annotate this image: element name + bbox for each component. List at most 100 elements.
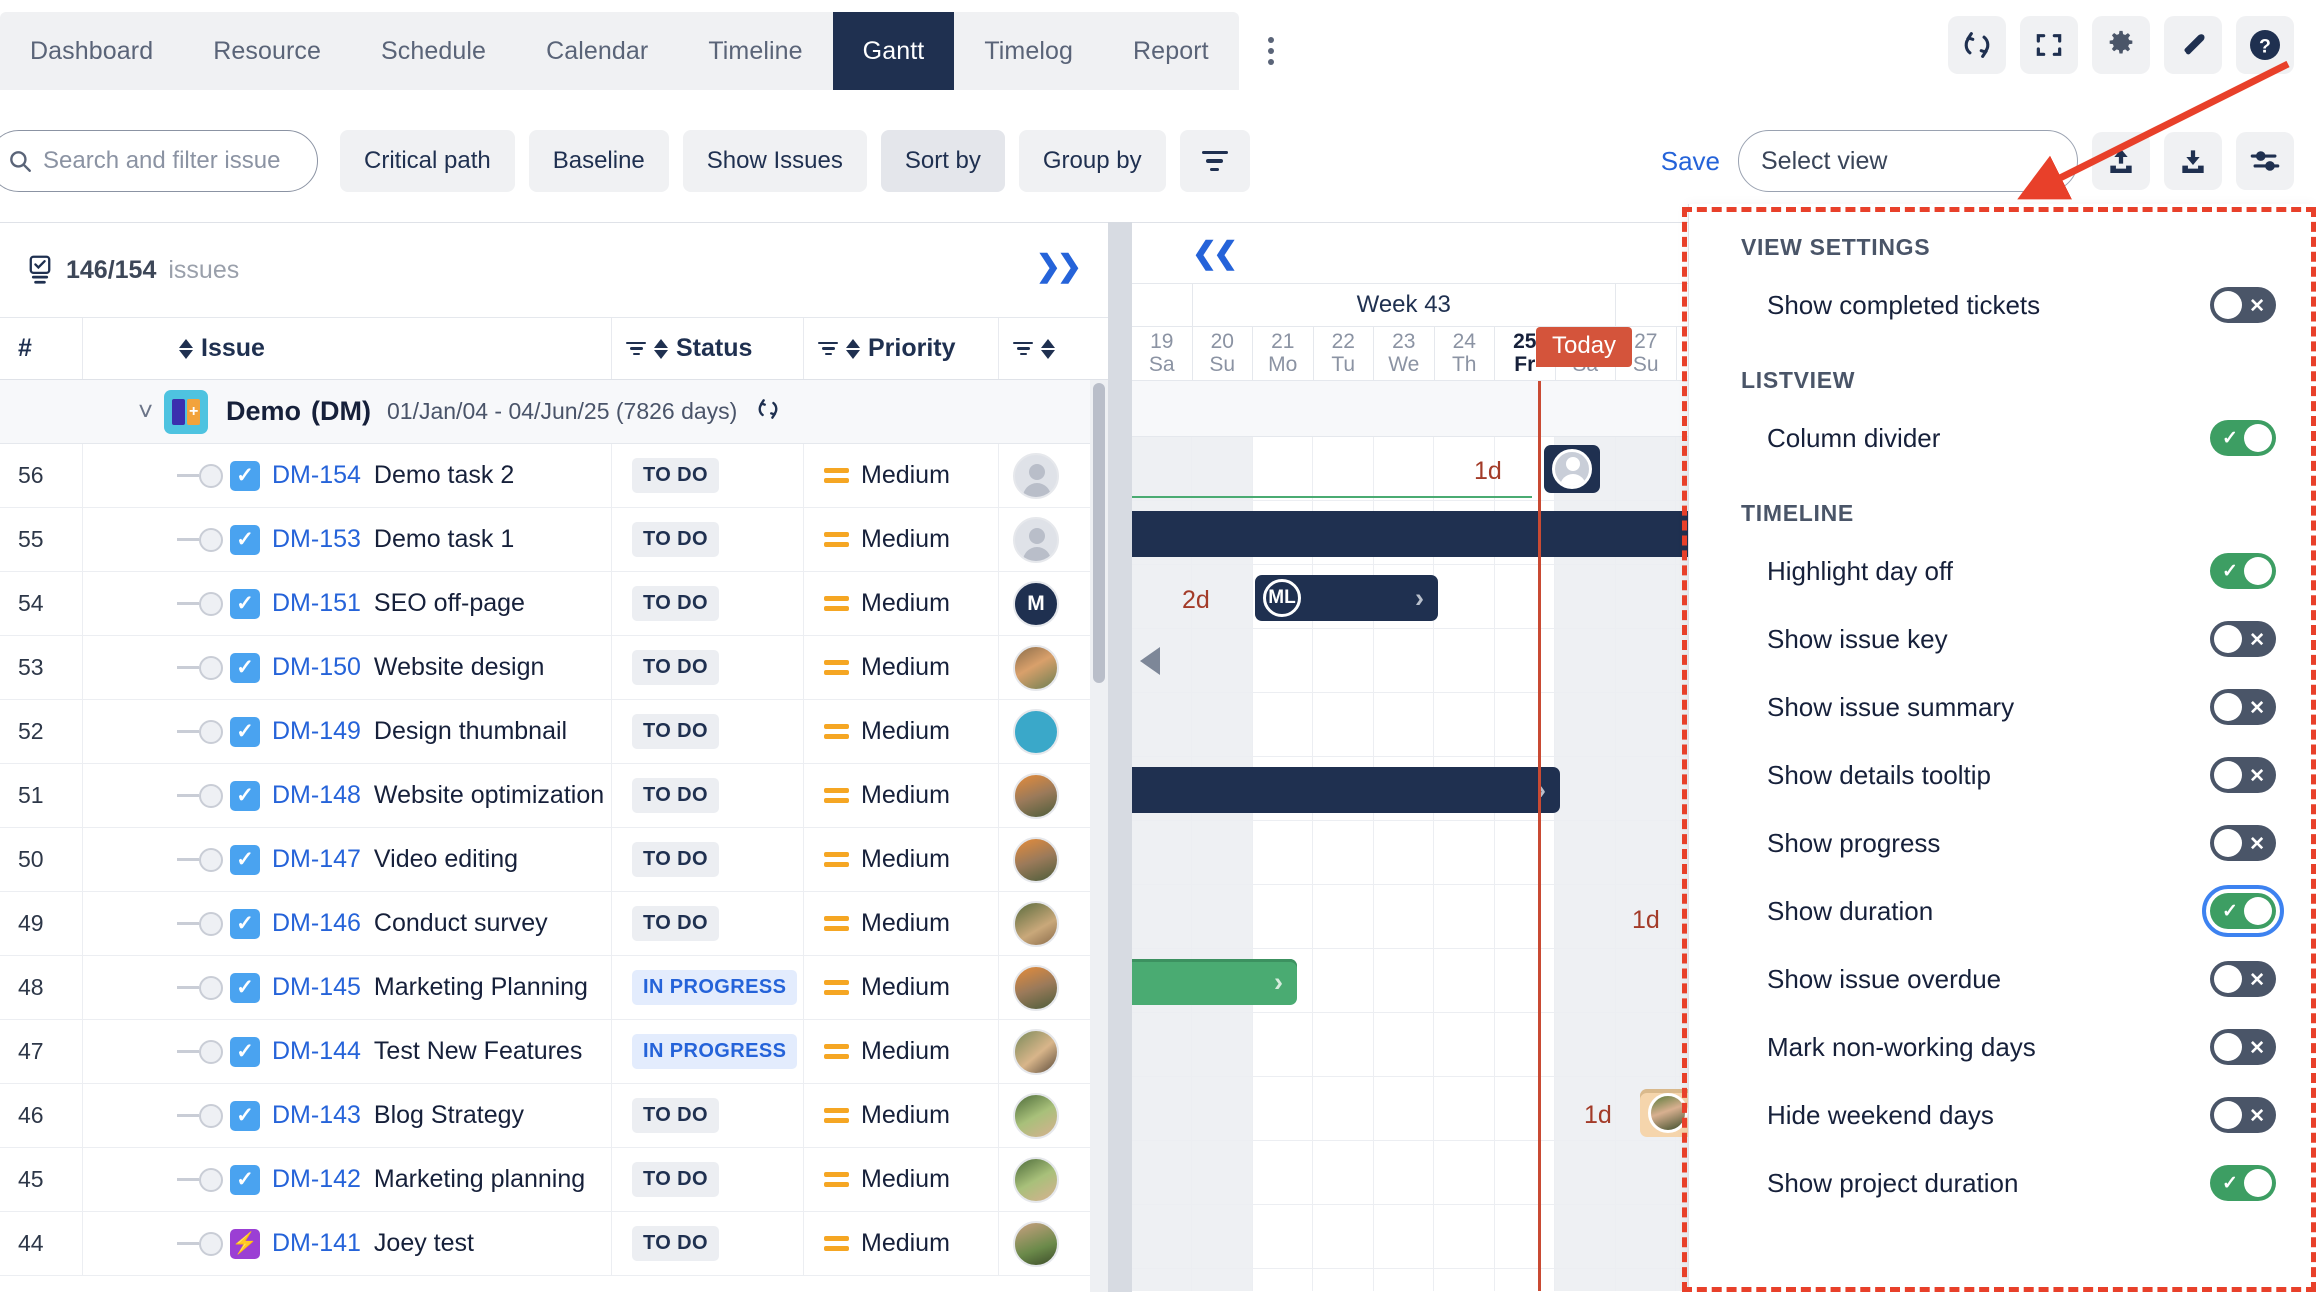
table-row[interactable]: 54 ✓ DM-151 SEO off-page TO DO Medium M	[0, 572, 1108, 636]
row-priority-cell[interactable]: Medium	[803, 700, 998, 763]
sort-icon[interactable]	[179, 338, 193, 359]
setting-row[interactable]: Column divider ✓	[1741, 404, 2282, 472]
table-row[interactable]: 51 ✓ DM-148 Website optimization TO DO Medium	[0, 764, 1108, 828]
row-priority-cell[interactable]: Medium	[803, 1020, 998, 1083]
row-status-cell[interactable]: TO DO	[611, 508, 803, 571]
refresh-icon-button[interactable]	[1948, 16, 2006, 74]
row-priority-cell[interactable]: Medium	[803, 828, 998, 891]
row-issue-cell[interactable]: ✓ DM-146 Conduct survey	[82, 892, 611, 955]
row-issue-cell[interactable]: ✓ DM-147 Video editing	[82, 828, 611, 891]
filter-button[interactable]	[1179, 130, 1250, 192]
avatar[interactable]	[1013, 900, 1059, 947]
row-priority-cell[interactable]: Medium	[803, 508, 998, 571]
issue-key[interactable]: DM-154	[272, 461, 361, 490]
tree-node-icon[interactable]	[199, 1167, 223, 1192]
row-priority-cell[interactable]: Medium	[803, 572, 998, 635]
issue-key[interactable]: DM-148	[272, 781, 361, 810]
table-row[interactable]: 55 ✓ DM-153 Demo task 1 TO DO Medium	[0, 508, 1108, 572]
tree-node-icon[interactable]	[199, 463, 223, 488]
row-issue-cell[interactable]: ✓ DM-142 Marketing planning	[82, 1148, 611, 1211]
issue-key[interactable]: DM-146	[272, 909, 361, 938]
nav-tab-timelog[interactable]: Timelog	[954, 12, 1103, 90]
nav-tab-dashboard[interactable]: Dashboard	[0, 12, 183, 90]
setting-row[interactable]: Highlight day off ✓	[1741, 537, 2282, 605]
toggle-mark-non-working-days[interactable]: ✕	[2210, 1029, 2276, 1065]
toolbar-button-critical-path[interactable]: Critical path	[340, 130, 515, 192]
save-button[interactable]: Save	[1661, 146, 1720, 177]
issue-key[interactable]: DM-143	[272, 1101, 361, 1130]
view-settings-button[interactable]	[2236, 132, 2294, 190]
table-row[interactable]: 50 ✓ DM-147 Video editing TO DO Medium	[0, 828, 1108, 892]
sync-icon[interactable]	[755, 396, 781, 427]
column-header-status[interactable]: Status	[611, 318, 803, 379]
nav-tab-report[interactable]: Report	[1103, 12, 1239, 90]
issue-key[interactable]: DM-153	[272, 525, 361, 554]
sort-icon[interactable]	[654, 338, 668, 359]
row-status-cell[interactable]: TO DO	[611, 1212, 803, 1275]
nav-tab-schedule[interactable]: Schedule	[351, 12, 516, 90]
toggle-show-completed-tickets[interactable]: ✕	[2210, 287, 2276, 323]
row-status-cell[interactable]: TO DO	[611, 444, 803, 507]
toggle-show-issue-key[interactable]: ✕	[2210, 621, 2276, 657]
issue-key[interactable]: DM-142	[272, 1165, 361, 1194]
table-row[interactable]: 56 ✓ DM-154 Demo task 2 TO DO Medium	[0, 444, 1108, 508]
fullscreen-icon-button[interactable]	[2020, 16, 2078, 74]
scrollbar-thumb[interactable]	[1093, 383, 1105, 683]
row-status-cell[interactable]: TO DO	[611, 1084, 803, 1147]
gantt-bar[interactable]: ML ›	[1255, 575, 1438, 621]
help-icon-button[interactable]: ?	[2236, 16, 2294, 74]
gear-icon-button[interactable]	[2092, 16, 2150, 74]
tree-node-icon[interactable]	[199, 1231, 223, 1256]
gantt-mini-card[interactable]	[1544, 445, 1600, 493]
list-vertical-scrollbar[interactable]	[1090, 380, 1108, 1292]
row-status-cell[interactable]: TO DO	[611, 1148, 803, 1211]
avatar[interactable]	[1013, 772, 1059, 819]
gantt-bar[interactable]: ›	[1132, 767, 1560, 813]
tree-node-icon[interactable]	[199, 591, 223, 616]
tree-node-icon[interactable]	[199, 975, 223, 1000]
tree-node-icon[interactable]	[199, 719, 223, 744]
setting-row[interactable]: Show completed tickets ✕	[1741, 271, 2282, 339]
setting-row[interactable]: Show issue overdue ✕	[1741, 945, 2282, 1013]
chevron-double-right-icon[interactable]: ❯❯	[1036, 249, 1082, 284]
row-issue-cell[interactable]: ✓ DM-154 Demo task 2	[82, 444, 611, 507]
setting-row[interactable]: Show issue key ✕	[1741, 605, 2282, 673]
issue-key[interactable]: DM-151	[272, 589, 361, 618]
table-row[interactable]: 45 ✓ DM-142 Marketing planning TO DO Medium	[0, 1148, 1108, 1212]
avatar[interactable]	[1013, 1156, 1059, 1203]
filter-icon[interactable]	[818, 341, 838, 356]
avatar[interactable]	[1013, 1220, 1059, 1267]
row-issue-cell[interactable]: ✓ DM-145 Marketing Planning	[82, 956, 611, 1019]
export-button[interactable]	[2164, 132, 2222, 190]
toggle-hide-weekend-days[interactable]: ✕	[2210, 1097, 2276, 1133]
search-input[interactable]: Search and filter issue	[0, 130, 318, 192]
row-issue-cell[interactable]: ✓ DM-150 Website design	[82, 636, 611, 699]
issue-key[interactable]: DM-149	[272, 717, 361, 746]
avatar[interactable]	[1013, 964, 1059, 1011]
select-view-dropdown[interactable]: Select view	[1738, 130, 2078, 192]
avatar[interactable]	[1013, 1028, 1059, 1075]
column-header-issue[interactable]: Issue	[82, 318, 611, 379]
sort-icon[interactable]	[1041, 338, 1055, 359]
tree-node-icon[interactable]	[199, 1039, 223, 1064]
bell-icon-button[interactable]	[2164, 16, 2222, 74]
toolbar-button-show-issues[interactable]: Show Issues	[682, 130, 867, 192]
setting-row[interactable]: Show project duration ✓	[1741, 1149, 2282, 1217]
avatar[interactable]	[1013, 1092, 1059, 1139]
issue-key[interactable]: DM-147	[272, 845, 361, 874]
toolbar-button-group-by[interactable]: Group by	[1018, 130, 1166, 192]
gantt-bar[interactable]: ›	[1132, 959, 1297, 1005]
pane-divider[interactable]	[1108, 222, 1132, 1292]
row-priority-cell[interactable]: Medium	[803, 444, 998, 507]
row-priority-cell[interactable]: Medium	[803, 956, 998, 1019]
table-row[interactable]: 49 ✓ DM-146 Conduct survey TO DO Medium	[0, 892, 1108, 956]
setting-row[interactable]: Show duration ✓	[1741, 877, 2284, 945]
toggle-column-divider[interactable]: ✓	[2210, 420, 2276, 456]
toggle-show-details-tooltip[interactable]: ✕	[2210, 757, 2276, 793]
issue-key[interactable]: DM-141	[272, 1229, 361, 1258]
chevron-right-icon[interactable]: ›	[1274, 967, 1283, 998]
issue-key[interactable]: DM-145	[272, 973, 361, 1002]
tree-node-icon[interactable]	[199, 783, 223, 808]
tree-node-icon[interactable]	[199, 527, 223, 552]
issue-key[interactable]: DM-150	[272, 653, 361, 682]
